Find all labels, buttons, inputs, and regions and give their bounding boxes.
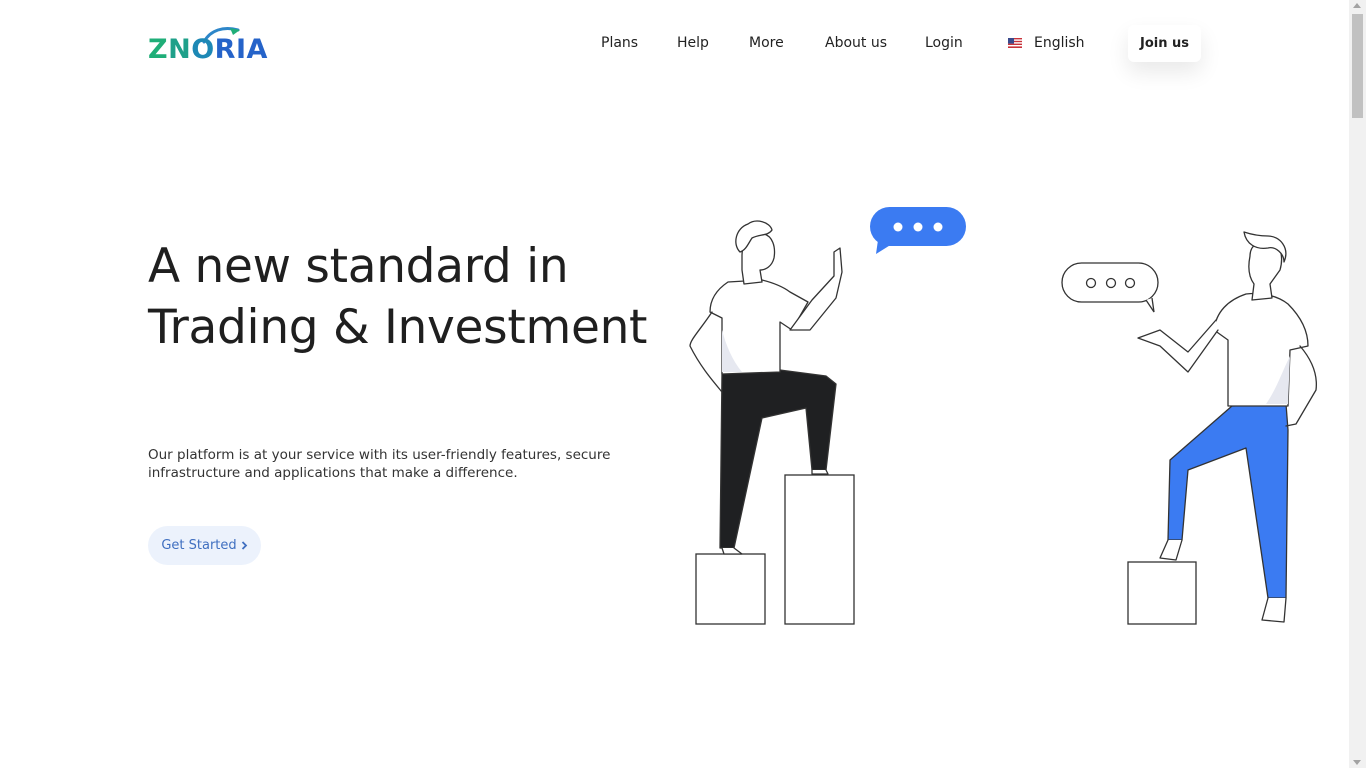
nav-plans[interactable]: Plans (601, 33, 638, 53)
scroll-up-arrow-icon[interactable] (1353, 3, 1361, 8)
logo-wordmark: ZNORIA (148, 34, 268, 65)
hero-title: A new standard in Trading & Investment (148, 239, 648, 355)
nav-login[interactable]: Login (925, 33, 963, 53)
pillar-right (1127, 561, 1197, 625)
language-label: English (1034, 35, 1085, 51)
get-started-button[interactable]: Get Started (148, 526, 261, 565)
znoria-logo[interactable]: ZNORIA (148, 26, 284, 66)
scroll-thumb[interactable] (1352, 14, 1363, 118)
hero-subtitle: Our platform is at your service with its… (148, 447, 611, 481)
speech-bubble-outline (1061, 262, 1159, 313)
language-selector[interactable]: English (1008, 33, 1085, 53)
get-started-label: Get Started (161, 538, 237, 553)
hero-illustration (689, 207, 1318, 625)
vertical-scrollbar[interactable] (1349, 0, 1366, 768)
scroll-down-arrow-icon[interactable] (1353, 760, 1361, 765)
us-flag-icon (1008, 38, 1022, 48)
pillar-short-left (695, 553, 766, 625)
nav-help[interactable]: Help (677, 33, 709, 53)
join-us-button[interactable]: Join us (1128, 25, 1201, 62)
chevron-right-icon (241, 541, 247, 550)
pillar-tall-left (784, 474, 855, 625)
nav-more[interactable]: More (749, 33, 784, 53)
speech-bubble-blue (870, 207, 966, 254)
nav-about-us[interactable]: About us (825, 33, 887, 53)
